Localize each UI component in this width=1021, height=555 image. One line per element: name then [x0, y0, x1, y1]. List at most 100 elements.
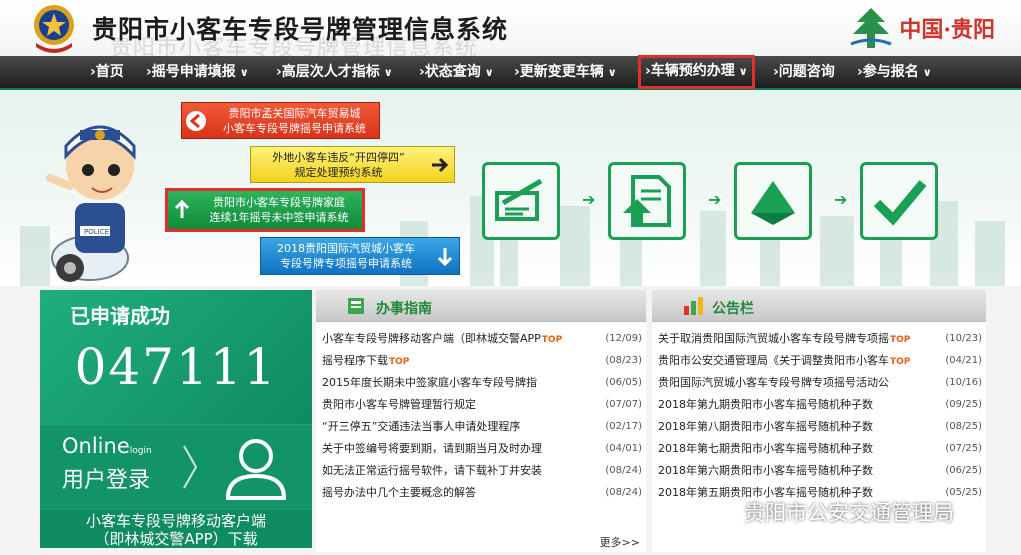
arrow-up-icon: [168, 199, 196, 221]
item-date: (07/25): [945, 443, 982, 454]
chevron-down-icon: ∨: [383, 66, 393, 79]
link-text: 外地小客车违反“开四停四” 规定处理预约系统: [251, 150, 426, 180]
item-title: 关于中签编号将要到期，请到期当月及时办理: [322, 438, 596, 460]
top-badge: TOP: [890, 357, 911, 367]
item-title: 2018年第七期贵阳市小客车摇号随机种子数: [658, 438, 936, 460]
login-en-text: Onlinelogin: [62, 434, 152, 458]
nav-item-talent-quota[interactable]: ›高层次人才指标 ∨: [276, 56, 393, 88]
nav-label: ›车辆预约办理: [645, 63, 735, 79]
item-text: 2015年度长期未中签家庭小客车专段号牌指: [322, 376, 537, 389]
list-item[interactable]: 2018年第七期贵阳市小客车摇号随机种子数 (07/25): [658, 438, 982, 460]
guide-list: 小客车专段号牌移动客户端（即林城交警APPTOP (12/09) 摇号程序下载TO…: [316, 322, 646, 504]
item-date: (04/01): [605, 443, 642, 454]
list-item[interactable]: 摇号办法中几个主要概念的解答 (08/24): [322, 482, 642, 504]
link-menggguan-lottery-system[interactable]: 贵阳市孟关国际汽车贸易城 小客车专段号牌摇号申请系统: [181, 102, 380, 139]
item-title: 摇号办法中几个主要概念的解答: [322, 482, 596, 504]
item-text: 2018年第六期贵阳市小客车摇号随机种子数: [658, 464, 873, 477]
item-title: 小客车专段号牌移动客户端（即林城交警APPTOP: [322, 328, 596, 350]
list-item[interactable]: 小客车专段号牌移动客户端（即林城交警APPTOP (12/09): [322, 328, 642, 350]
list-item[interactable]: 贵阳市公安交通管理局《关于调整贵阳市小客车TOP (04/21): [658, 350, 982, 372]
nav-item-vehicle-change[interactable]: ›更新变更车辆 ∨: [514, 56, 617, 88]
app-line2: （即林城交警APP）下载: [94, 530, 258, 548]
site-title: 贵阳市小客车专段号牌管理信息系统: [92, 15, 509, 44]
police-emblem-icon: [34, 5, 74, 53]
user-login-button[interactable]: Onlinelogin 用户登录: [40, 426, 312, 508]
step-submit-document-icon: [608, 162, 686, 240]
list-item[interactable]: 关于中签编号将要到期，请到期当月及时办理 (04/01): [322, 438, 642, 460]
chevron-right-icon: [183, 445, 198, 489]
item-text: 摇号程序下载: [322, 354, 388, 367]
link-2018-special-lottery[interactable]: 2018贵阳国际汽贸城小客车 专段号牌专项摇号申请系统: [260, 237, 460, 275]
item-date: (09/25): [945, 399, 982, 410]
step-complete-check-icon: [860, 162, 938, 240]
item-text: 2018年第七期贵阳市小客车摇号随机种子数: [658, 442, 873, 455]
app-download-link[interactable]: 小客车专段号牌移动客户端 （即林城交警APP）下载: [40, 510, 312, 548]
item-date: (10/16): [945, 377, 982, 388]
wechat-icon: [712, 502, 738, 522]
arrow-down-icon: [431, 245, 459, 267]
arrow-right-icon: ➔: [834, 190, 848, 209]
item-date: (08/23): [605, 355, 642, 366]
top-badge: TOP: [890, 335, 911, 345]
link-family-lottery-application[interactable]: 贵阳市小客车专段号牌家庭 连续1年摇号未中签申请系统: [165, 188, 365, 232]
link-traffic-violation-appointment[interactable]: 外地小客车违反“开四停四” 规定处理预约系统: [250, 146, 455, 183]
nav-item-lottery-apply[interactable]: ›摇号申请填报 ∨: [146, 56, 249, 88]
list-item[interactable]: 摇号程序下载TOP (08/23): [322, 350, 642, 372]
brand: 中国·贵阳: [849, 6, 995, 50]
chevron-down-icon: ∨: [239, 66, 249, 79]
watermark-text: 贵阳市公安交通管理局: [744, 501, 954, 525]
item-text: “开三停五”交通违法当事人申请处理程序: [322, 420, 521, 433]
list-item[interactable]: 2018年第八期贵阳市小客车摇号随机种子数 (08/25): [658, 416, 982, 438]
link-text-line2: 规定处理预约系统: [294, 165, 383, 179]
bar-chart-icon: [684, 297, 703, 315]
list-item[interactable]: 贵阳国际汽贸城小客车专段号牌专项摇号活动公 (10/16): [658, 372, 982, 394]
list-item[interactable]: 贵阳市小客车号牌管理暂行规定 (07/07): [322, 394, 642, 416]
nav-label: ›高层次人才指标: [276, 64, 380, 80]
notice-header: 公告栏: [652, 290, 986, 322]
nav-item-signup[interactable]: ›参与报名 ∨: [857, 56, 932, 88]
item-date: (12/09): [605, 333, 642, 344]
item-title: 2018年第六期贵阳市小客车摇号随机种子数: [658, 460, 936, 482]
list-item[interactable]: 2018年第六期贵阳市小客车摇号随机种子数 (06/25): [658, 460, 982, 482]
nav-label: ›首页: [90, 64, 124, 80]
item-text: 贵阳国际汽贸城小客车专段号牌专项摇号活动公: [658, 376, 889, 389]
item-text: 贵阳市小客车号牌管理暂行规定: [322, 398, 476, 411]
login-small-label: login: [129, 446, 152, 456]
item-title: 关于取消贵阳国际汽贸城小客车专段号牌专项摇TOP: [658, 328, 936, 350]
link-text-line1: 贵阳市孟关国际汽车贸易城: [228, 106, 361, 120]
item-text: 贵阳市公安交通管理局《关于调整贵阳市小客车: [658, 354, 889, 367]
success-panel: 已申请成功 047111 Onlinelogin 用户登录 小客车专段号牌移动客…: [40, 290, 312, 548]
nav-label: ›摇号申请填报: [146, 64, 236, 80]
book-icon: [348, 298, 364, 314]
item-text: 关于中签编号将要到期，请到期当月及时办理: [322, 442, 542, 455]
item-text: 关于取消贵阳国际汽贸城小客车专段号牌专项摇: [658, 332, 889, 345]
nav-item-consult[interactable]: ›问题咨询: [773, 56, 839, 88]
chevron-down-icon: ∨: [922, 66, 932, 79]
success-count-box: 已申请成功 047111: [40, 290, 312, 424]
item-title: 摇号程序下载TOP: [322, 350, 596, 372]
nav-item-status-query[interactable]: ›状态查询 ∨: [419, 56, 494, 88]
link-text-line2: 小客车专段号牌摇号申请系统: [223, 121, 366, 135]
list-item[interactable]: 如无法正常运行摇号软件，请下载补丁并安装 (08/24): [322, 460, 642, 482]
item-title: 2018年第八期贵阳市小客车摇号随机种子数: [658, 416, 936, 438]
more-link[interactable]: 更多>>: [600, 534, 640, 550]
item-date: (08/24): [605, 465, 642, 476]
list-item[interactable]: “开三停五”交通违法当事人申请处理程序 (02/17): [322, 416, 642, 438]
chevron-down-icon: ∨: [738, 65, 748, 78]
list-item[interactable]: 2015年度长期未中签家庭小客车专段号牌指 (06/05): [322, 372, 642, 394]
top-badge: TOP: [389, 357, 410, 367]
main-nav: ›首页 ›摇号申请填报 ∨ ›高层次人才指标 ∨ ›状态查询 ∨ ›更新变更车辆 ∨ ›…: [0, 55, 1021, 90]
success-label: 已申请成功: [70, 304, 170, 328]
list-item[interactable]: 2018年第九期贵阳市小客车摇号随机种子数 (09/25): [658, 394, 982, 416]
step-review-icon: [734, 162, 812, 240]
item-date: (02/17): [605, 421, 642, 432]
guide-panel: 办事指南 小客车专段号牌移动客户端（即林城交警APPTOP (12/09) 摇号程…: [316, 290, 646, 552]
nav-item-home[interactable]: ›首页: [90, 56, 128, 88]
nav-item-vehicle-appointment[interactable]: ›车辆预约办理 ∨: [638, 55, 755, 89]
nav-label: ›问题咨询: [773, 64, 835, 80]
item-date: (08/25): [945, 421, 982, 432]
item-text: 小客车专段号牌移动客户端（即林城交警APP: [322, 332, 541, 345]
item-date: (10/23): [945, 333, 982, 344]
link-text: 贵阳市小客车专段号牌家庭 连续1年摇号未中签申请系统: [196, 195, 362, 225]
list-item[interactable]: 关于取消贵阳国际汽贸城小客车专段号牌专项摇TOP (10/23): [658, 328, 982, 350]
